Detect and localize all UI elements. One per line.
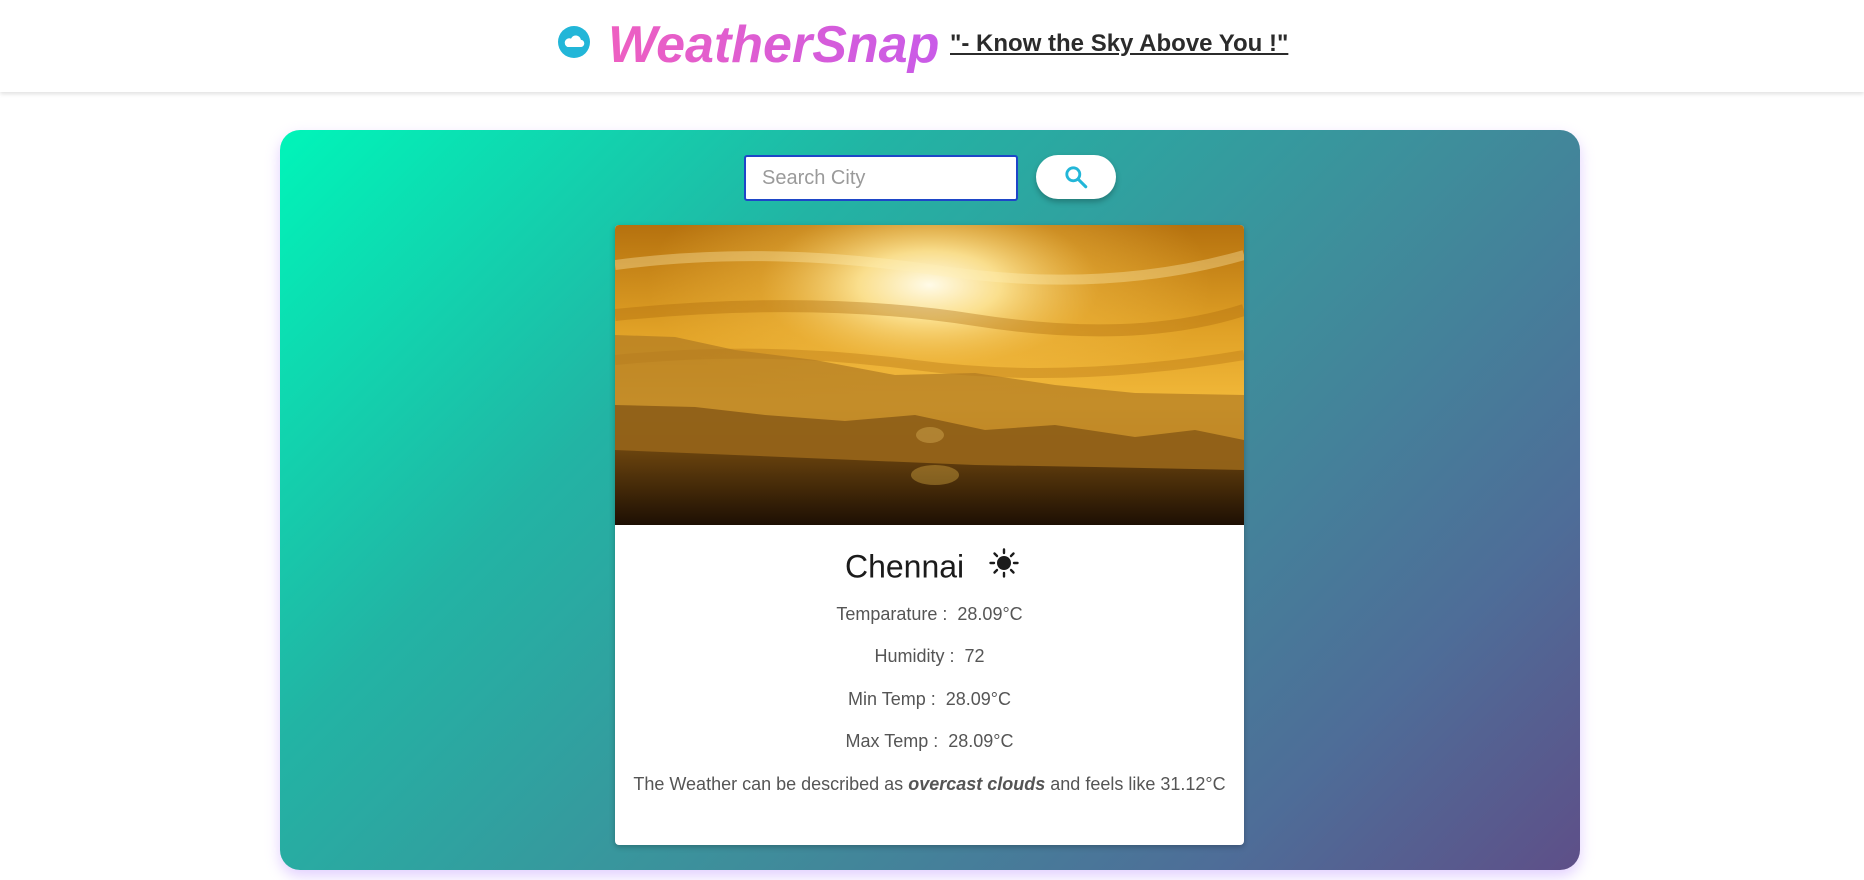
sun-icon (989, 547, 1019, 578)
min-temp-label: Min Temp : (848, 689, 936, 709)
tagline: "- Know the Sky Above You !" (950, 30, 1289, 57)
humidity-line: Humidity : 72 (615, 644, 1244, 668)
weather-description: overcast clouds (908, 774, 1046, 794)
brand-name: WeatherSnap (608, 16, 940, 74)
search-input[interactable] (744, 155, 1018, 201)
max-temp-label: Max Temp : (845, 731, 939, 751)
temperature-label: Temparature : (836, 604, 948, 624)
max-temp-line: Max Temp : 28.09°C (615, 729, 1244, 753)
min-temp-value: 28.09°C (945, 689, 1011, 709)
description-prefix: The Weather can be described as (633, 774, 904, 794)
search-icon (1065, 166, 1088, 189)
city-heading: Chennai (0, 540, 1864, 588)
cloud-icon (558, 26, 590, 58)
search-button[interactable] (1036, 155, 1116, 199)
description-line: The Weather can be described as overcast… (615, 772, 1244, 796)
weather-image (615, 225, 1244, 525)
feels-like-prefix: and feels like (1050, 774, 1156, 794)
humidity-value: 72 (964, 646, 985, 666)
humidity-label: Humidity : (874, 646, 955, 666)
temperature-value: 28.09°C (957, 604, 1023, 624)
city-name: Chennai (844, 548, 965, 585)
temperature-line: Temparature : 28.09°C (615, 602, 1244, 626)
min-temp-line: Min Temp : 28.09°C (615, 687, 1244, 711)
feels-like-value: 31.12°C (1160, 774, 1226, 794)
app-header: WeatherSnap "- Know the Sky Above You !" (0, 0, 1864, 92)
max-temp-value: 28.09°C (948, 731, 1014, 751)
